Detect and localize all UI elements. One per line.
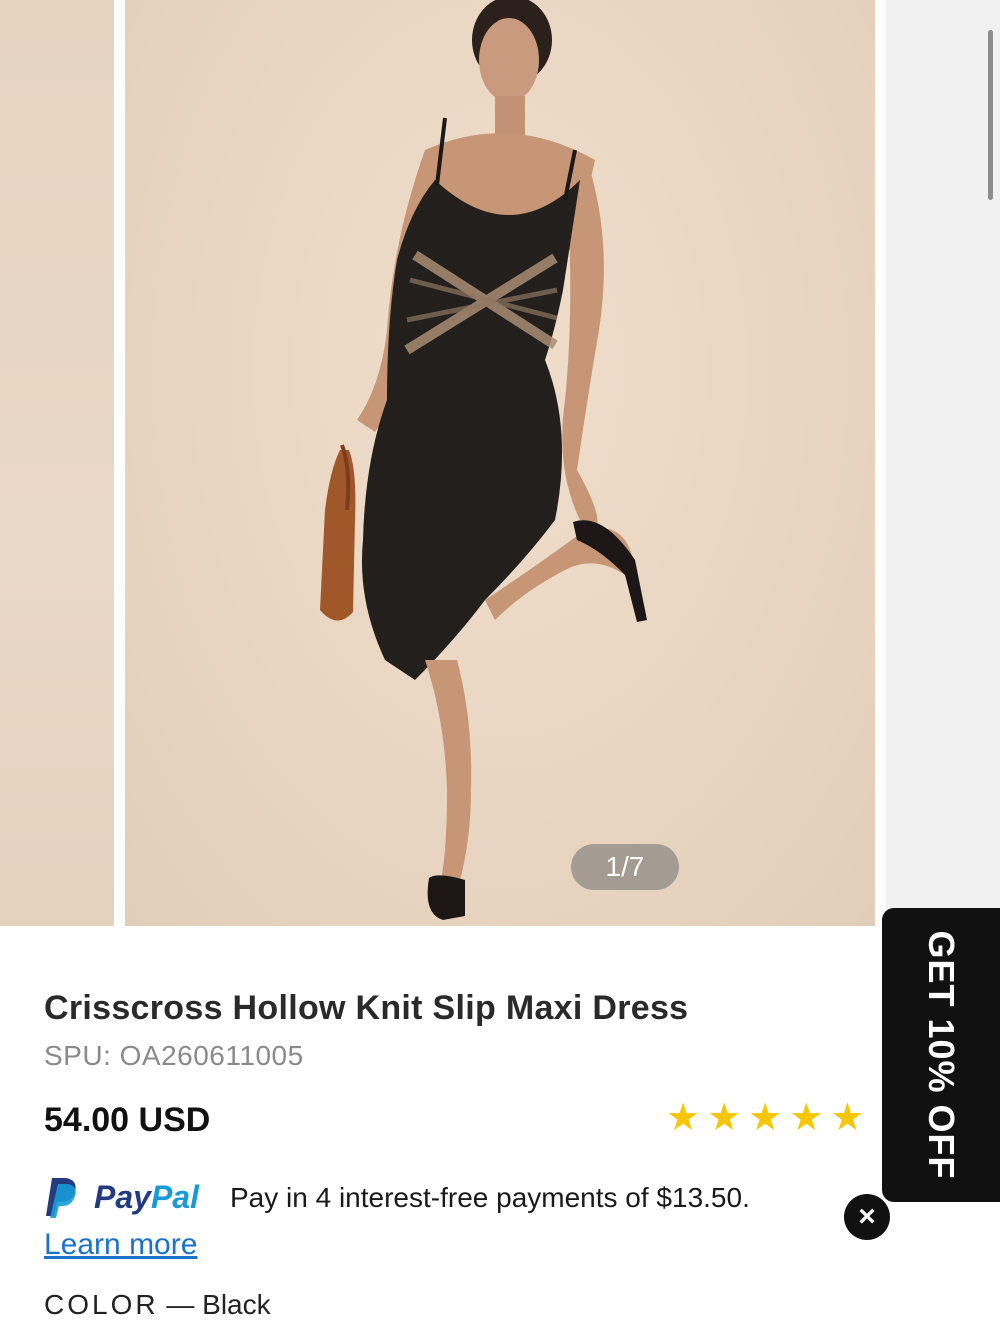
star-icon: ★	[666, 1097, 701, 1139]
product-photo	[320, 0, 647, 920]
star-icon: ★	[830, 1097, 865, 1139]
paypal-wordmark: PayPal	[94, 1179, 199, 1215]
discount-tab[interactable]: GET 10% OFF	[882, 908, 1000, 1202]
gallery-main-image[interactable]: 1/7	[125, 0, 875, 926]
discount-tab-label: GET 10% OFF	[921, 930, 962, 1180]
rating-stars[interactable]: ★ ★ ★ ★ ★	[666, 1098, 864, 1142]
star-icon: ★	[707, 1097, 742, 1139]
paypal-message: Pay in 4 interest-free payments of $13.5…	[230, 1182, 750, 1213]
color-value: Black	[202, 1289, 271, 1320]
product-title: Crisscross Hollow Knit Slip Maxi Dress	[44, 989, 689, 1027]
color-label: COLOR	[44, 1289, 159, 1320]
star-icon: ★	[789, 1097, 824, 1139]
price-rating-row: 54.00 USD ★ ★ ★ ★ ★	[44, 1098, 884, 1146]
color-separator: —	[166, 1289, 195, 1320]
gallery-next-image[interactable]	[886, 0, 1000, 926]
star-icon: ★	[748, 1097, 783, 1139]
product-price: 54.00 USD	[44, 1101, 211, 1139]
page-scrollbar[interactable]	[988, 30, 993, 200]
color-selector-label: COLOR — Black	[44, 1287, 271, 1323]
close-icon[interactable]: ×	[844, 1194, 890, 1240]
gallery-page-counter: 1/7	[571, 844, 679, 890]
product-info: Crisscross Hollow Knit Slip Maxi Dress S…	[44, 986, 844, 1072]
product-image-gallery[interactable]: 1/7	[0, 0, 1000, 926]
paypal-logo-icon	[46, 1178, 76, 1218]
learn-more-link[interactable]: Learn more	[44, 1226, 197, 1264]
product-spu: SPU: OA260611005	[44, 1040, 304, 1071]
gallery-previous-image[interactable]	[0, 0, 114, 926]
